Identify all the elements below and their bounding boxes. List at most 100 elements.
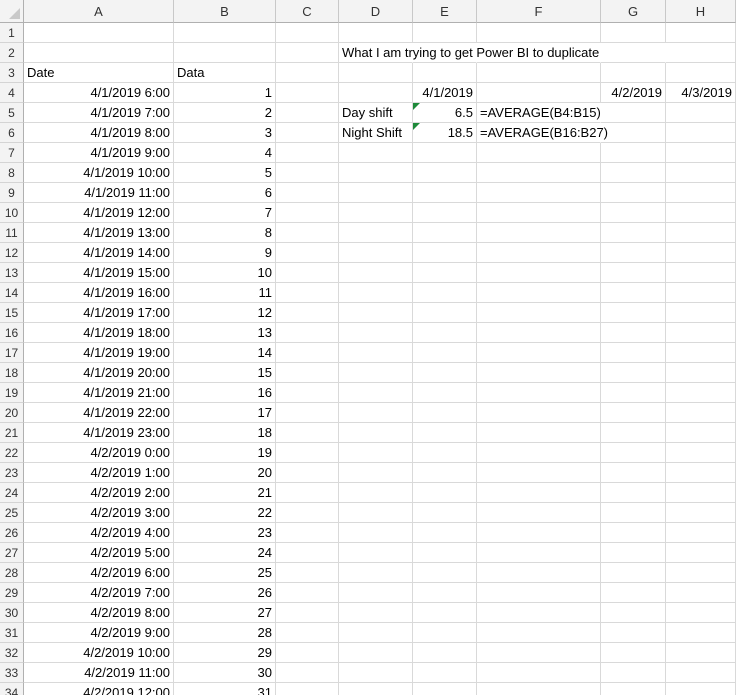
cell-h32[interactable] xyxy=(666,643,736,663)
cell-a34[interactable]: 4/2/2019 12:00 xyxy=(24,683,174,695)
cell-f11[interactable] xyxy=(477,223,601,243)
cell-a5[interactable]: 4/1/2019 7:00 xyxy=(24,103,174,123)
cell-d19[interactable] xyxy=(339,383,413,403)
cell-b23[interactable]: 20 xyxy=(174,463,276,483)
cell-f15[interactable] xyxy=(477,303,601,323)
cell-e6[interactable]: 18.5 xyxy=(413,123,477,143)
cell-c29[interactable] xyxy=(276,583,339,603)
cell-e20[interactable] xyxy=(413,403,477,423)
row-header[interactable]: 19 xyxy=(0,383,24,403)
cell-d20[interactable] xyxy=(339,403,413,423)
row-header[interactable]: 4 xyxy=(0,83,24,103)
cell-b9[interactable]: 6 xyxy=(174,183,276,203)
row-header[interactable]: 23 xyxy=(0,463,24,483)
cell-c18[interactable] xyxy=(276,363,339,383)
cell-f32[interactable] xyxy=(477,643,601,663)
cell-g31[interactable] xyxy=(601,623,666,643)
cell-e30[interactable] xyxy=(413,603,477,623)
cell-a8[interactable]: 4/1/2019 10:00 xyxy=(24,163,174,183)
cell-a21[interactable]: 4/1/2019 23:00 xyxy=(24,423,174,443)
cell-d2[interactable]: What I am trying to get Power BI to dupl… xyxy=(339,43,599,63)
row-header[interactable]: 29 xyxy=(0,583,24,603)
cell-d28[interactable] xyxy=(339,563,413,583)
cell-e29[interactable] xyxy=(413,583,477,603)
cell-f17[interactable] xyxy=(477,343,601,363)
row-header[interactable]: 7 xyxy=(0,143,24,163)
row-header[interactable]: 27 xyxy=(0,543,24,563)
cell-h30[interactable] xyxy=(666,603,736,623)
cell-e23[interactable] xyxy=(413,463,477,483)
cell-e26[interactable] xyxy=(413,523,477,543)
cell-b12[interactable]: 9 xyxy=(174,243,276,263)
cell-c5[interactable] xyxy=(276,103,339,123)
cell-g4[interactable]: 4/2/2019 xyxy=(601,83,666,103)
cell-g22[interactable] xyxy=(601,443,666,463)
column-header-a[interactable]: A xyxy=(24,0,174,23)
cell-f33[interactable] xyxy=(477,663,601,683)
cell-g7[interactable] xyxy=(601,143,666,163)
cell-h4[interactable]: 4/3/2019 xyxy=(666,83,736,103)
cell-b31[interactable]: 28 xyxy=(174,623,276,643)
cell-h29[interactable] xyxy=(666,583,736,603)
cell-g21[interactable] xyxy=(601,423,666,443)
cell-e27[interactable] xyxy=(413,543,477,563)
cell-g32[interactable] xyxy=(601,643,666,663)
cell-f6[interactable]: =AVERAGE(B16:B27) xyxy=(477,123,608,143)
cell-c24[interactable] xyxy=(276,483,339,503)
cell-d34[interactable] xyxy=(339,683,413,695)
cell-g16[interactable] xyxy=(601,323,666,343)
cell-h25[interactable] xyxy=(666,503,736,523)
cell-e14[interactable] xyxy=(413,283,477,303)
cell-h24[interactable] xyxy=(666,483,736,503)
cell-d4[interactable] xyxy=(339,83,413,103)
cell-b34[interactable]: 31 xyxy=(174,683,276,695)
cell-g6[interactable] xyxy=(601,123,666,143)
cell-a24[interactable]: 4/2/2019 2:00 xyxy=(24,483,174,503)
cell-f28[interactable] xyxy=(477,563,601,583)
cell-b2[interactable] xyxy=(174,43,276,63)
cell-c4[interactable] xyxy=(276,83,339,103)
cell-c6[interactable] xyxy=(276,123,339,143)
cell-c25[interactable] xyxy=(276,503,339,523)
cell-h34[interactable] xyxy=(666,683,736,695)
cell-a20[interactable]: 4/1/2019 22:00 xyxy=(24,403,174,423)
cell-a23[interactable]: 4/2/2019 1:00 xyxy=(24,463,174,483)
cell-g33[interactable] xyxy=(601,663,666,683)
row-header[interactable]: 17 xyxy=(0,343,24,363)
cell-b1[interactable] xyxy=(174,23,276,43)
cell-e31[interactable] xyxy=(413,623,477,643)
row-header[interactable]: 8 xyxy=(0,163,24,183)
cell-d24[interactable] xyxy=(339,483,413,503)
cell-e13[interactable] xyxy=(413,263,477,283)
cell-b30[interactable]: 27 xyxy=(174,603,276,623)
cell-e25[interactable] xyxy=(413,503,477,523)
cell-h27[interactable] xyxy=(666,543,736,563)
cell-h21[interactable] xyxy=(666,423,736,443)
row-header[interactable]: 6 xyxy=(0,123,24,143)
cell-e32[interactable] xyxy=(413,643,477,663)
cell-f26[interactable] xyxy=(477,523,601,543)
row-header[interactable]: 21 xyxy=(0,423,24,443)
row-header[interactable]: 5 xyxy=(0,103,24,123)
column-header-e[interactable]: E xyxy=(413,0,477,23)
cell-b7[interactable]: 4 xyxy=(174,143,276,163)
cell-d32[interactable] xyxy=(339,643,413,663)
cell-a11[interactable]: 4/1/2019 13:00 xyxy=(24,223,174,243)
cell-a12[interactable]: 4/1/2019 14:00 xyxy=(24,243,174,263)
cell-e11[interactable] xyxy=(413,223,477,243)
cell-e4[interactable]: 4/1/2019 xyxy=(413,83,477,103)
cell-g23[interactable] xyxy=(601,463,666,483)
cell-b10[interactable]: 7 xyxy=(174,203,276,223)
cell-a14[interactable]: 4/1/2019 16:00 xyxy=(24,283,174,303)
cell-h17[interactable] xyxy=(666,343,736,363)
cell-d17[interactable] xyxy=(339,343,413,363)
cell-c10[interactable] xyxy=(276,203,339,223)
cell-d1[interactable] xyxy=(339,23,413,43)
cell-e7[interactable] xyxy=(413,143,477,163)
cell-f22[interactable] xyxy=(477,443,601,463)
cell-a22[interactable]: 4/2/2019 0:00 xyxy=(24,443,174,463)
cell-h19[interactable] xyxy=(666,383,736,403)
cell-f5[interactable]: =AVERAGE(B4:B15) xyxy=(477,103,601,123)
cell-h11[interactable] xyxy=(666,223,736,243)
cell-d13[interactable] xyxy=(339,263,413,283)
